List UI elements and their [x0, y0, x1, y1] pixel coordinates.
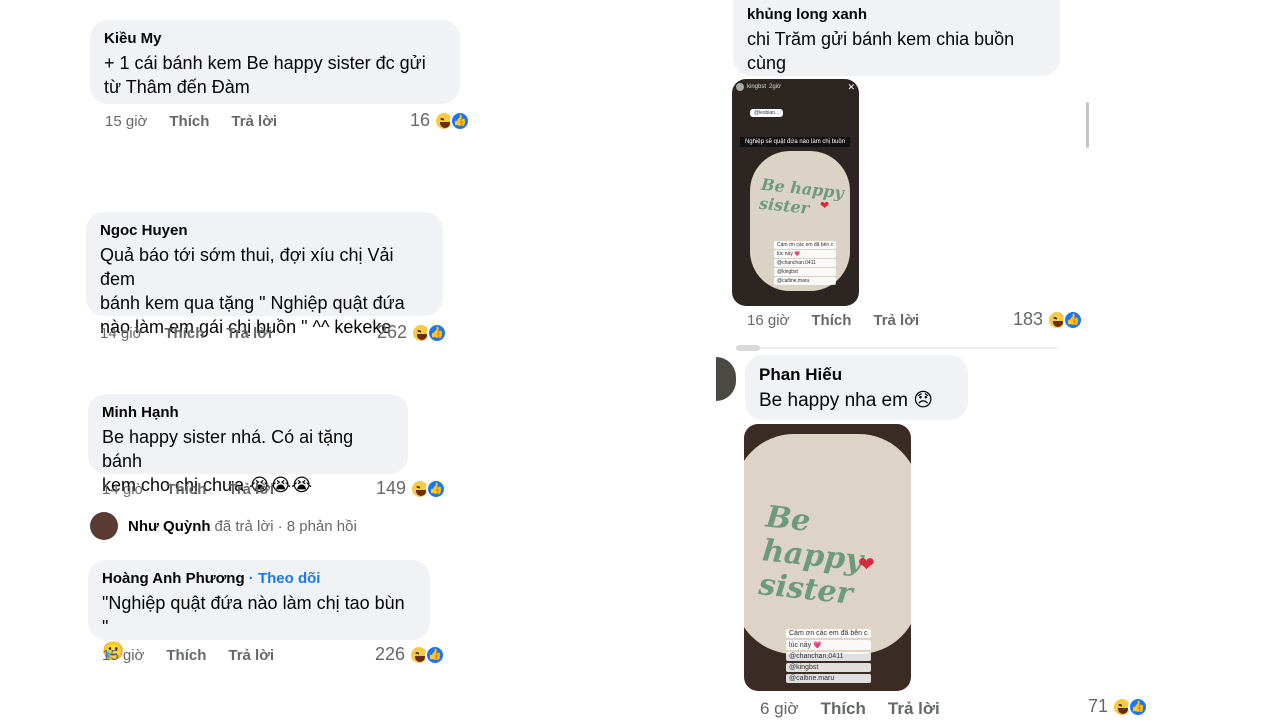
close-icon[interactable]: ✕ — [847, 82, 855, 93]
like-thumb-icon: 👍 — [450, 110, 471, 131]
like-thumb-icon: 👍 — [425, 644, 446, 665]
commenter-name[interactable]: Hoàng Anh Phương — [102, 570, 245, 587]
like-button[interactable]: Thích — [166, 481, 206, 498]
story-tags: Cám ơn các em đã bên c lúc này 💗 @chanch… — [774, 241, 837, 285]
story-age: 2giờ — [769, 84, 781, 90]
cake-lettering: Be happy sister — [757, 499, 865, 612]
comment-actions: 14 giờ Thích Trả lời — [100, 325, 294, 342]
comment-actions: 15 giờ Thích Trả lời — [102, 647, 296, 664]
avatar — [90, 512, 118, 540]
commenter-name[interactable]: Minh Hạnh — [102, 404, 394, 421]
comment-text: bánh kem qua tặng " Nghiệp quật đứa — [100, 293, 405, 313]
heart-icon: ❤ — [858, 554, 875, 576]
reaction-summary[interactable]: 262 👍 — [377, 322, 448, 343]
like-thumb-icon: 👍 — [427, 322, 448, 343]
scrollbar[interactable] — [1086, 102, 1089, 148]
reaction-count: 226 — [375, 644, 406, 664]
story-screenshot-image[interactable]: kingbst 2giờ ✕ @lesbian... Nghiệp sẽ quậ… — [732, 79, 859, 306]
comment-time: 15 giờ — [105, 113, 148, 130]
comment-bubble-ngoc-huyen: Ngoc Huyen Quả báo tới sớm thui, đợi xíu… — [86, 212, 443, 337]
story-user: kingbst — [747, 84, 767, 90]
follow-link[interactable]: · Theo dõi — [249, 570, 321, 587]
comment-actions: 14 giờ Thích Trả lời — [102, 481, 296, 498]
divider — [760, 347, 1058, 349]
comment-text: từ Thâm đến Đàm — [104, 77, 250, 97]
reaction-count: 262 — [377, 322, 408, 342]
comment-time: 14 giờ — [100, 325, 143, 342]
reaction-summary[interactable]: 226 👍 — [375, 644, 446, 665]
commenter-name[interactable]: Phan Hiếu — [759, 365, 954, 385]
like-thumb-icon: 👍 — [1063, 309, 1084, 330]
reaction-count: 149 — [376, 478, 407, 498]
reaction-count: 71 — [1088, 696, 1109, 716]
reaction-summary[interactable]: 71 👍 — [1088, 696, 1149, 717]
reply-button[interactable]: Trả lời — [226, 325, 272, 342]
story-header: kingbst 2giờ — [736, 83, 781, 91]
comment-text: Be happy sister nhá. Có ai tặng bánh — [102, 427, 359, 471]
photo-tags: Cám ơn các em đã bên c lúc này 💗 @chanch… — [786, 629, 871, 683]
reaction-count: 183 — [1013, 309, 1044, 329]
reply-button[interactable]: Trả lời — [228, 481, 274, 498]
reaction-summary[interactable]: 183 👍 — [1013, 309, 1084, 330]
comment-time: 15 giờ — [102, 647, 145, 664]
comment-bubble-hoang-anh-phuong: Hoàng Anh Phương · Theo dõi "Nghiệp quật… — [88, 560, 430, 661]
comment-text: Quả báo tới sớm thui, đợi xíu chị Vải đe… — [100, 245, 399, 289]
like-button[interactable]: Thích — [169, 113, 209, 130]
comment-bubble-khung-long-xanh: khủng long xanh chi Trăm gửi bánh kem ch… — [733, 0, 1060, 97]
story-caption: Nghiệp sẽ quật đứa nào làm chị buồn — [740, 137, 850, 147]
comment-text: chi Trăm gửi bánh kem chia buồn cùng — [747, 29, 1020, 73]
comment-time: 14 giờ — [102, 481, 145, 498]
reply-button[interactable]: Trả lời — [888, 699, 940, 719]
replied-label: đã trả lời — [214, 517, 274, 535]
comment-actions: 16 giờ Thích Trả lời — [747, 312, 941, 329]
reaction-summary[interactable]: 16 👍 — [410, 110, 471, 131]
comment-text: + 1 cái bánh kem Be happy sister đc gửi — [104, 53, 426, 73]
avatar[interactable] — [716, 357, 736, 401]
comment-time: 16 giờ — [747, 312, 790, 329]
comment-text: Be happy nha em 😞 — [759, 390, 934, 411]
comment-actions: 15 giờ Thích Trả lời — [105, 113, 299, 130]
comment-actions: 6 giờ Thích Trả lời — [760, 699, 962, 719]
comment-bubble-kieu-my: Kiều My + 1 cái bánh kem Be happy sister… — [90, 20, 460, 104]
comment-bubble-phan-hieu: Phan Hiếu Be happy nha em 😞 — [745, 355, 968, 420]
like-button[interactable]: Thích — [164, 325, 204, 342]
reply-button[interactable]: Trả lời — [231, 113, 277, 130]
commenter-name[interactable]: Ngoc Huyen — [100, 222, 429, 239]
like-button[interactable]: Thích — [166, 647, 206, 664]
cake-photo-image[interactable]: Be happy sister ❤ Cám ơn các em đã bên c… — [744, 424, 911, 691]
replier-name: Như Quỳnh — [128, 517, 211, 535]
reply-count: · 8 phản hồi — [277, 517, 357, 535]
reply-button[interactable]: Trả lời — [873, 312, 919, 329]
commenter-name[interactable]: khủng long xanh — [747, 6, 1046, 23]
avatar — [736, 83, 744, 91]
comment-bubble-minh-hanh: Minh Hạnh Be happy sister nhá. Có ai tặn… — [88, 394, 408, 495]
comment-text: "Nghiệp quật đứa nào làm chị tao bùn " — [102, 593, 410, 637]
commenter-name[interactable]: Kiều My — [104, 30, 446, 47]
reply-button[interactable]: Trả lời — [228, 647, 274, 664]
reaction-count: 16 — [410, 110, 431, 130]
like-thumb-icon: 👍 — [1128, 696, 1149, 717]
like-button[interactable]: Thích — [811, 312, 851, 329]
like-thumb-icon: 👍 — [426, 478, 447, 499]
like-button[interactable]: Thích — [821, 699, 866, 719]
view-replies-link[interactable]: Như Quỳnh đã trả lời · 8 phản hồi — [90, 512, 357, 540]
avatar — [736, 345, 760, 351]
story-mention: @lesbian... — [750, 109, 784, 117]
reaction-summary[interactable]: 149 👍 — [376, 478, 447, 499]
comment-time: 6 giờ — [760, 699, 799, 718]
heart-icon: ❤ — [820, 200, 830, 212]
